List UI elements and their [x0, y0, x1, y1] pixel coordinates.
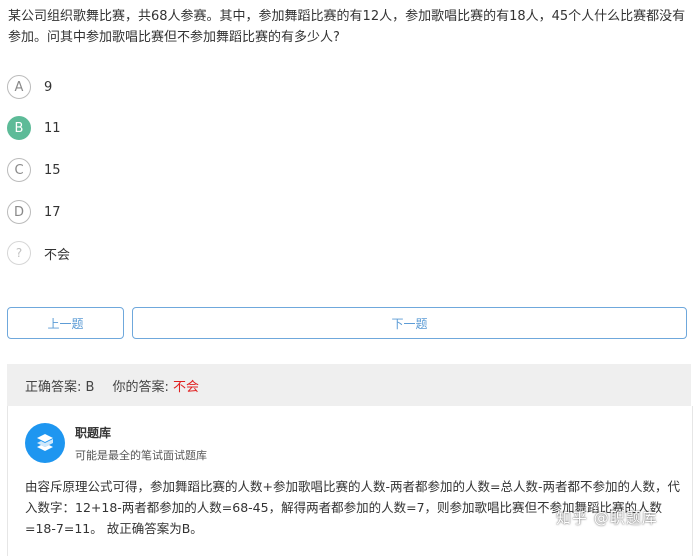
option-a[interactable]: A 9 [7, 73, 52, 101]
option-d-letter: D [7, 200, 31, 224]
option-d-label: 17 [44, 204, 61, 220]
question-text: 某公司组织歌舞比赛，共68人参赛。其中，参加舞蹈比赛的有12人，参加歌唱比赛的有… [8, 9, 686, 45]
option-dont-know-label: 不会 [44, 247, 71, 263]
option-a-label: 9 [44, 79, 53, 95]
option-d[interactable]: D 17 [7, 198, 61, 226]
your-answer-value: 不会 [172, 379, 199, 395]
explanation-panel: 职题库 可能是最全的笔试面试题库 由容斥原理公式可得，参加舞蹈比赛的人数+参加歌… [7, 406, 693, 556]
option-b[interactable]: B 11 [7, 114, 61, 142]
option-b-letter: B [7, 116, 31, 140]
your-answer: 你的答案: 不会 [112, 376, 199, 395]
option-c-letter: C [7, 158, 31, 182]
source-description: 可能是最全的笔试面试题库 [75, 449, 207, 462]
option-dont-know[interactable]: ? 不会 [7, 239, 70, 267]
option-b-label: 11 [44, 120, 61, 136]
source-name: 职题库 [75, 426, 112, 440]
question-mark-icon: ? [7, 241, 31, 265]
next-question-button[interactable]: 下一题 [132, 307, 687, 339]
option-c-label: 15 [44, 162, 61, 178]
option-a-letter: A [7, 75, 31, 99]
zhihu-watermark: 知乎 @职题库 [556, 509, 658, 527]
prev-question-button[interactable]: 上一题 [7, 307, 124, 339]
your-answer-prefix: 你的答案: [112, 379, 169, 395]
option-c[interactable]: C 15 [7, 156, 61, 184]
correct-answer: 正确答案: B [25, 379, 95, 395]
answer-summary-bar: 正确答案: B 你的答案: 不会 [7, 364, 691, 406]
stacked-s-logo-icon [25, 423, 65, 463]
